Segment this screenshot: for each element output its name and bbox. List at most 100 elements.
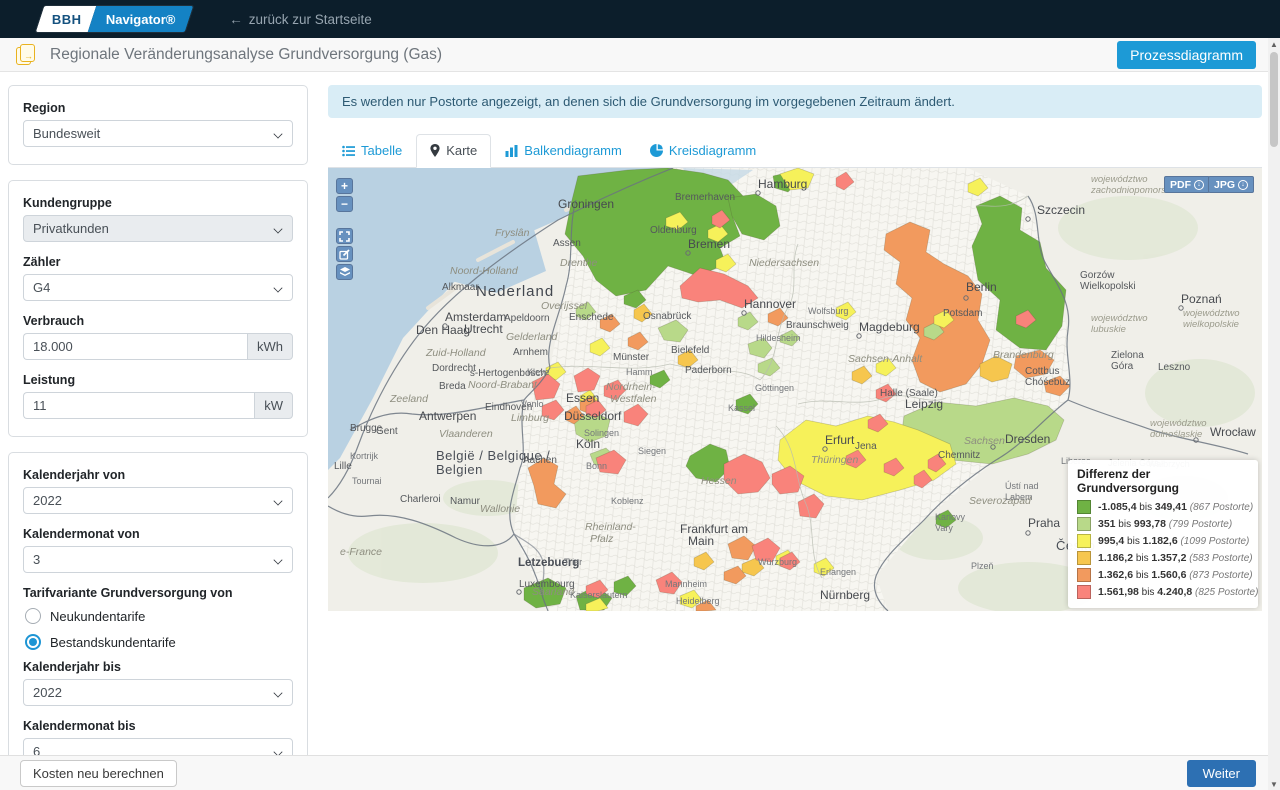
legend-rows: -1.085,4 bis 349,41 (867 Postorte)351 bi… [1077, 500, 1249, 599]
map-label: Venlo [521, 399, 544, 409]
tab-kreisdiagramm[interactable]: Kreisdiagramm [636, 134, 770, 168]
verbrauch-unit: kWh [247, 333, 293, 360]
legend-swatch [1077, 534, 1091, 548]
map-label: Praha [1028, 516, 1060, 530]
legend-swatch [1077, 500, 1091, 514]
scrollbar-thumb[interactable] [1270, 52, 1278, 147]
map-label: Arnhem [513, 347, 548, 358]
tarif-von-bestandskunden-radio[interactable]: Bestandskundentarife [25, 634, 293, 650]
region-label: Region [23, 101, 293, 115]
tab-tabelle[interactable]: Tabelle [328, 134, 416, 168]
map-label: Ústí nad [1005, 481, 1039, 491]
export-jpg-button[interactable]: JPG↓ [1208, 176, 1254, 193]
view-tabs: Tabelle Karte Balkendiagramm Kreisdiagra… [328, 134, 1262, 168]
next-button[interactable]: Weiter [1187, 760, 1256, 787]
map-label: Paderborn [685, 365, 732, 376]
legend-item: 1.561,98 bis 4.240,8 (825 Postorte) [1077, 585, 1249, 599]
map-label: Bonn [586, 461, 607, 471]
legend-title: Differenz der Grundversorgung [1077, 467, 1249, 495]
map-label: Westfalen [610, 393, 657, 405]
consumption-card: Kundengruppe Privatkunden Zähler G4 Verb… [8, 180, 308, 437]
process-diagram-button[interactable]: Prozessdiagramm [1117, 41, 1256, 69]
map-label: Hamm [626, 367, 653, 377]
kalenderjahr-von-label: Kalenderjahr von [23, 468, 293, 482]
scroll-down-icon[interactable]: ▼ [1268, 778, 1280, 790]
map-label: Hamburg [758, 177, 807, 191]
map-label: Drenthe [560, 257, 598, 269]
map-label: Essen [566, 391, 599, 405]
export-pdf-button[interactable]: PDF↓ [1164, 176, 1210, 193]
map-label: Bielefeld [671, 345, 709, 356]
map-label: Thüringen [811, 454, 858, 466]
app-window: BBH Navigator® ←zurück zur Startseite → … [0, 0, 1280, 790]
tab-balkendiagramm[interactable]: Balkendiagramm [491, 134, 636, 168]
map-legend: Differenz der Grundversorgung -1.085,4 b… [1068, 460, 1258, 608]
bbh-logo: BBH [36, 6, 96, 32]
map-label: Sachsen-Anhalt [848, 353, 923, 365]
map-label: Tournai [352, 476, 382, 486]
zoom-out-button[interactable]: − [336, 196, 353, 212]
kalenderjahr-von-select[interactable]: 2022 [23, 487, 293, 514]
chevron-down-icon [274, 555, 283, 564]
legend-label: 1.362,6 bis 1.560,6 (873 Postorte) [1098, 569, 1253, 581]
tab-karte[interactable]: Karte [416, 134, 491, 168]
radio-checked-icon [25, 634, 41, 650]
map-label: Kleve [527, 367, 550, 377]
tarif-von-neukunden-radio[interactable]: Neukundentarife [25, 608, 293, 624]
map-label: Karlovy [935, 512, 966, 522]
map-label: Göttingen [755, 383, 794, 393]
map-label: Noord-Holland [450, 265, 519, 277]
legend-label: 1.561,98 bis 4.240,8 (825 Postorte) [1098, 586, 1258, 598]
map[interactable]: NederlandBelgië / Belgique /BelgienČesko… [328, 168, 1262, 611]
recalculate-button[interactable]: Kosten neu berechnen [20, 760, 177, 787]
layers-icon[interactable] [336, 264, 353, 280]
map-label: Charleroi [400, 494, 441, 505]
fullscreen-icon[interactable] [336, 228, 353, 244]
map-label: województwo [1150, 418, 1207, 429]
map-label: Hildesheim [756, 333, 801, 343]
legend-item: 351 bis 993,78 (799 Postorte) [1077, 517, 1249, 531]
map-label: województwo [1091, 313, 1148, 324]
map-label: Wallonie [480, 503, 520, 515]
kalendermonat-von-select[interactable]: 3 [23, 546, 293, 573]
back-to-start-link[interactable]: ←zurück zur Startseite [229, 12, 372, 27]
map-label: Bremen [688, 237, 730, 251]
map-label: Osnabrück [643, 311, 692, 322]
region-select[interactable]: Bundesweit [23, 120, 293, 147]
map-label: Lille [334, 461, 352, 472]
zaehler-select[interactable]: G4 [23, 274, 293, 301]
legend-swatch [1077, 568, 1091, 582]
map-label: Namur [450, 496, 481, 507]
map-label: Den Haag [416, 323, 470, 337]
zoom-in-button[interactable]: + [336, 178, 353, 194]
map-label: Labem [1005, 492, 1033, 502]
verbrauch-input[interactable] [23, 333, 247, 360]
map-label: Jena [855, 441, 877, 452]
map-label: Utrecht [464, 322, 503, 336]
map-label: Szczecin [1037, 203, 1085, 217]
kundengruppe-select[interactable]: Privatkunden [23, 215, 293, 242]
legend-swatch [1077, 585, 1091, 599]
scroll-up-icon[interactable]: ▲ [1268, 38, 1280, 50]
map-label: Düsseldorf [564, 409, 622, 423]
map-label: Noord-Brabant [468, 379, 538, 391]
leistung-input[interactable] [23, 392, 254, 419]
map-label: Nederland [476, 283, 554, 300]
map-label: Alkmaar [442, 282, 479, 293]
chevron-down-icon [274, 129, 283, 138]
kalendermonat-bis-label: Kalendermonat bis [23, 719, 293, 733]
map-label: Kaiserslautern [570, 590, 628, 600]
app-logo[interactable]: BBH Navigator® [36, 6, 194, 32]
leistung-unit: kW [254, 392, 293, 419]
map-label: Zeeland [389, 393, 429, 405]
pie-chart-icon [650, 144, 663, 157]
legend-label: 351 bis 993,78 (799 Postorte) [1098, 518, 1232, 530]
info-banner: Es werden nur Postorte angezeigt, an den… [328, 85, 1262, 118]
map-label: Würzburg [758, 557, 797, 567]
vertical-scrollbar[interactable]: ▲ ▼ [1268, 38, 1280, 790]
kalenderjahr-bis-select[interactable]: 2022 [23, 679, 293, 706]
draw-edit-icon[interactable] [336, 246, 353, 262]
legend-item: 1.362,6 bis 1.560,6 (873 Postorte) [1077, 568, 1249, 582]
map-label: Solingen [584, 428, 619, 438]
map-label: Pfalz [590, 533, 614, 545]
